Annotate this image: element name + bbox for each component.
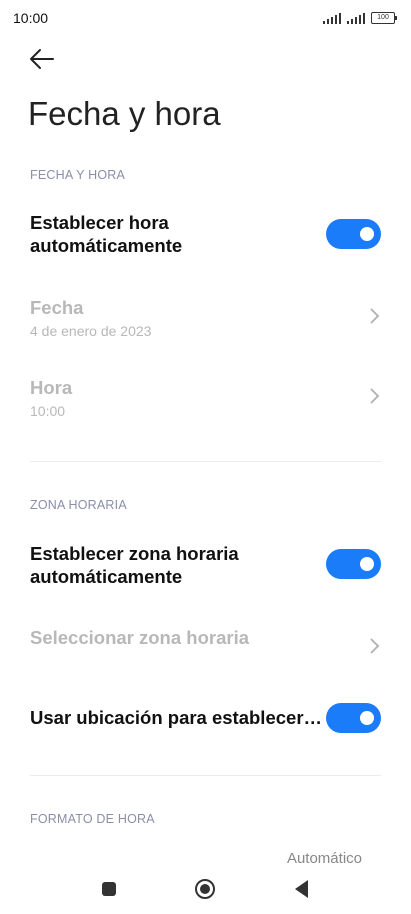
select-zone-row[interactable]: Seleccionar zona horaria [30,626,381,649]
section-header-time-zone: ZONA HORARIA [30,498,127,512]
divider [30,775,381,776]
status-icons: 100 [323,12,397,24]
select-zone-label: Seleccionar zona horaria [30,627,250,648]
section-header-date-time: FECHA Y HORA [30,168,126,182]
chevron-right-icon [370,308,380,324]
chevron-right-icon [370,388,380,404]
time-format-value[interactable]: Automático [287,850,362,867]
back-icon[interactable] [295,880,308,898]
status-time: 10:00 [13,10,49,26]
time-label: Hora [30,377,73,398]
status-bar: 10:00 100 [0,0,411,36]
auto-time-toggle[interactable] [326,219,381,249]
back-arrow-icon[interactable] [28,47,56,71]
signal-icon [323,12,341,24]
navigation-bar [0,868,411,914]
date-label: Fecha [30,297,84,318]
page-title: Fecha y hora [28,95,221,132]
date-value: 4 de enero de 2023 [30,323,152,339]
section-header-time-format: FORMATO DE HORA [30,812,155,826]
time-row[interactable]: Hora 10:00 [30,376,381,419]
battery-icon: 100 [371,12,397,24]
signal-icon-2 [347,12,365,24]
chevron-right-icon [370,638,380,654]
home-icon[interactable] [195,879,215,899]
date-row[interactable]: Fecha 4 de enero de 2023 [30,296,381,339]
time-value: 10:00 [30,403,66,419]
divider [30,461,381,462]
use-location-toggle[interactable] [326,703,381,733]
recents-icon[interactable] [102,882,116,896]
auto-zone-toggle[interactable] [326,549,381,579]
